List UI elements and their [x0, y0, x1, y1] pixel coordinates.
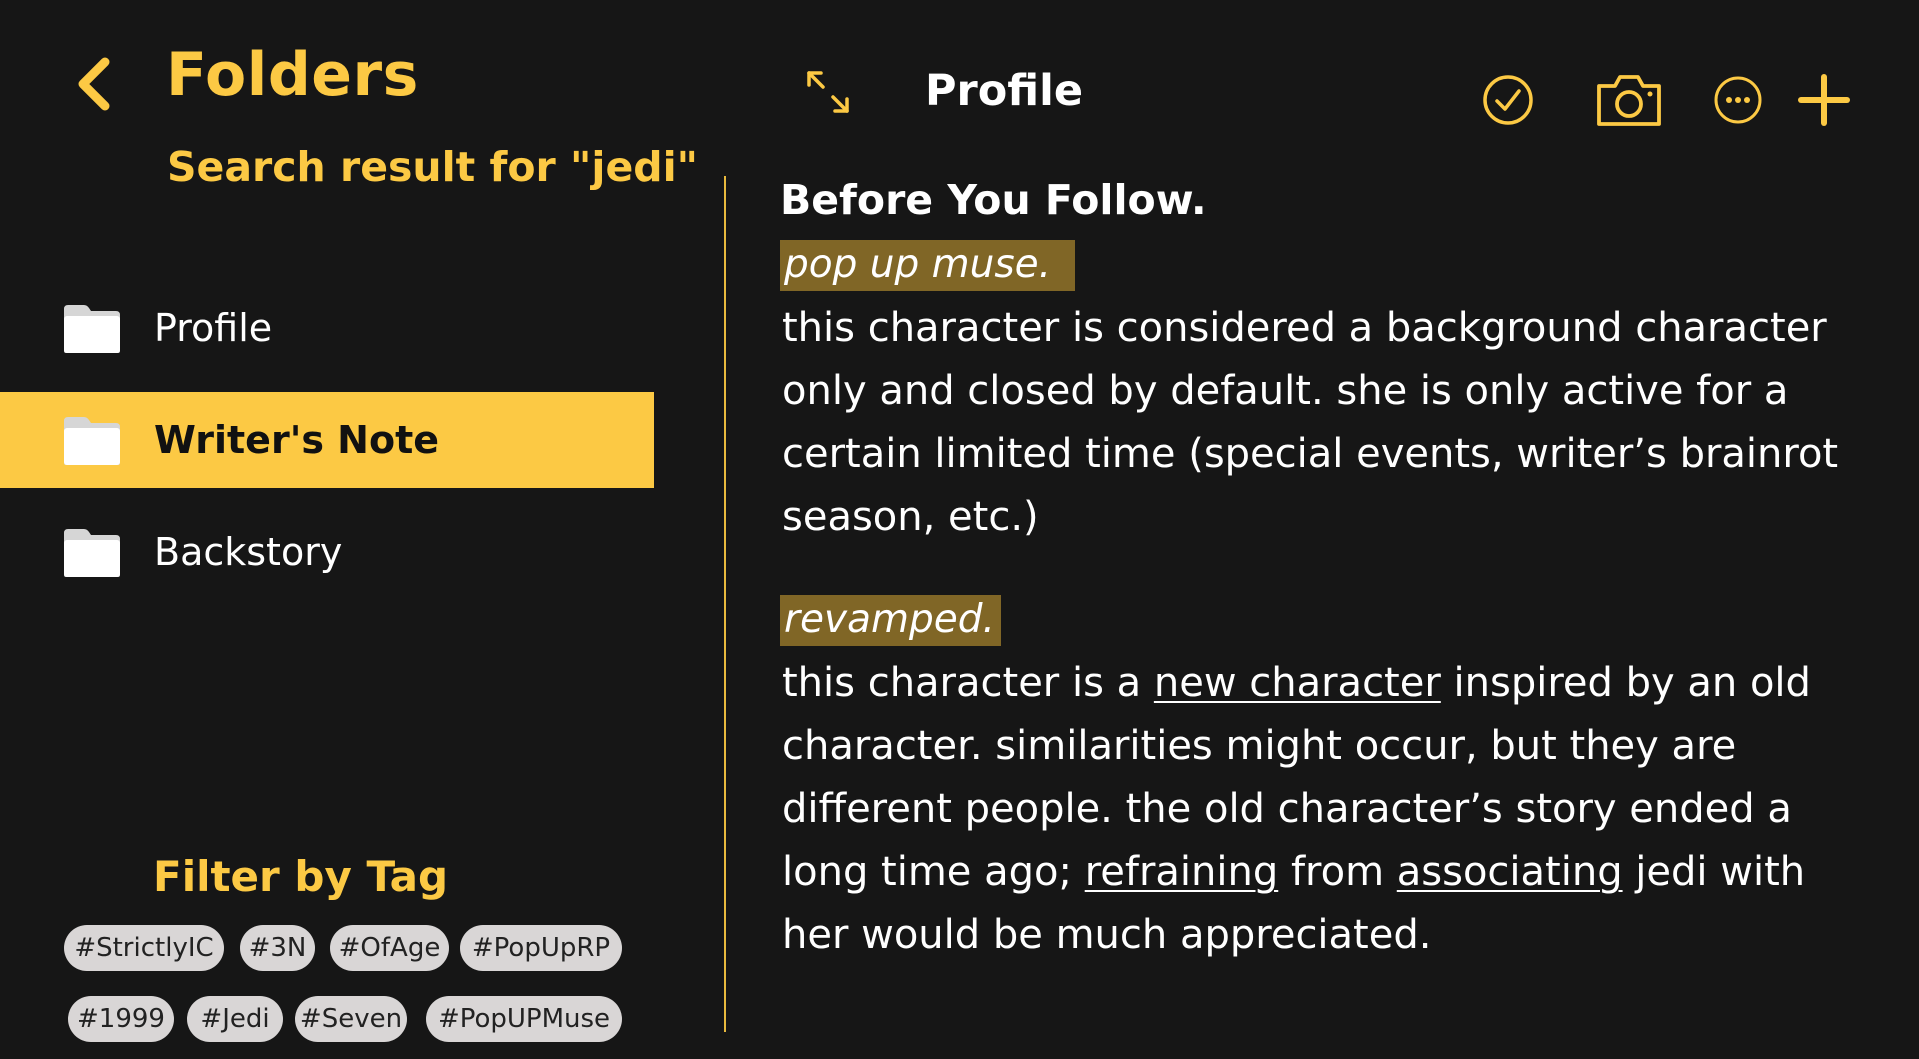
chevron-left-icon [78, 57, 110, 111]
pane-divider [724, 176, 726, 1032]
folder-label: Profile [154, 306, 273, 350]
tag-ofage[interactable]: #OfAge [330, 925, 449, 971]
folder-item-profile[interactable]: Profile [0, 280, 654, 376]
folder-icon [64, 529, 120, 577]
paragraph: this character is a new character inspir… [782, 652, 1840, 967]
search-result-label: Search result for "jedi" [167, 143, 699, 191]
folder-label: Writer's Note [154, 418, 440, 462]
note-section-pop-up-muse: pop up muse. this character is considere… [780, 240, 1840, 549]
folder-item-backstory[interactable]: Backstory [0, 504, 654, 600]
folder-icon [64, 305, 120, 353]
note-heading: Before You Follow. [780, 176, 1207, 224]
folder-label: Backstory [154, 530, 343, 574]
folder-item-writers-note[interactable]: Writer's Note [0, 392, 654, 488]
tag-popupmuse[interactable]: #PopUPMuse [426, 996, 622, 1042]
tag-1999[interactable]: #1999 [68, 996, 174, 1042]
add-note-button[interactable] [1796, 72, 1852, 128]
camera-button[interactable] [1594, 70, 1664, 130]
sidebar-title: Folders [166, 40, 419, 110]
tag-3n[interactable]: #3N [240, 925, 315, 971]
done-button[interactable] [1480, 72, 1536, 128]
plus-icon [1798, 74, 1850, 126]
folder-icon [64, 417, 120, 465]
text-run: this character is a [782, 660, 1154, 706]
camera-icon [1597, 75, 1661, 126]
expand-button[interactable] [800, 64, 856, 120]
tag-jedi[interactable]: #Jedi [187, 996, 283, 1042]
check-circle-icon [1483, 75, 1533, 125]
tag-popuprp[interactable]: #PopUpRP [460, 925, 622, 971]
tag-seven[interactable]: #Seven [295, 996, 407, 1042]
paragraph: this character is considered a backgroun… [782, 305, 1839, 540]
note-section-revamped: revamped. this character is a new charac… [780, 595, 1840, 967]
highlighted-label: revamped. [780, 595, 1001, 646]
highlighted-label: pop up muse. [780, 240, 1076, 291]
underlined-text: associating [1396, 849, 1623, 895]
back-button[interactable] [64, 48, 122, 120]
expand-icon [807, 71, 849, 113]
note-body[interactable]: Before You Follow. pop up muse. this cha… [780, 176, 1840, 967]
note-title: Profile [925, 66, 1084, 116]
more-icon [1714, 76, 1762, 124]
underlined-text: new character [1153, 660, 1441, 706]
tag-strictlyic[interactable]: #StrictlyIC [64, 925, 224, 971]
more-options-button[interactable] [1712, 74, 1764, 126]
filter-by-tag-title: Filter by Tag [153, 852, 449, 901]
text-run: from [1278, 849, 1397, 895]
underlined-text: refraining [1084, 849, 1279, 895]
